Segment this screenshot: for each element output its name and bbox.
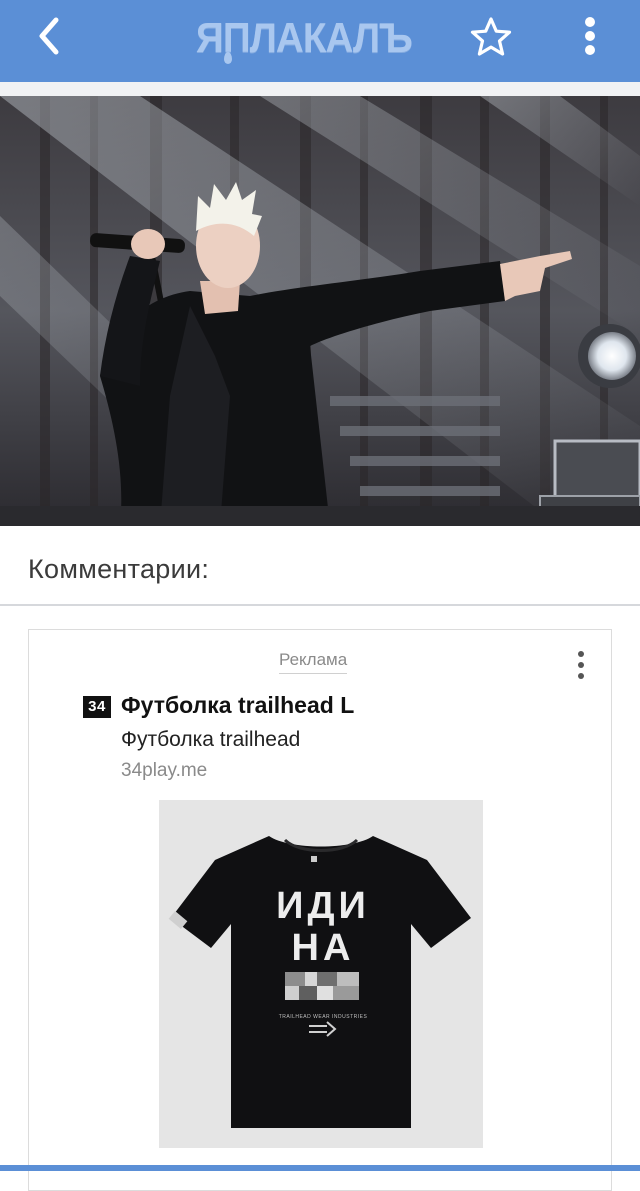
advertiser-favicon: 34	[83, 696, 111, 718]
more-vertical-icon	[585, 17, 595, 55]
overflow-menu-button[interactable]	[574, 12, 606, 60]
ad-subtitle: Футболка trailhead	[121, 728, 301, 751]
shirt-print-line-1: ИДИ	[276, 885, 370, 927]
comments-heading: Комментарии:	[28, 554, 210, 584]
tshirt-image: ИДИ НА TRAILHEAD WEAR INDUSTRIES	[159, 800, 483, 1148]
shirt-small-text: TRAILHEAD WEAR INDUSTRIES	[279, 1014, 368, 1020]
content-gap	[0, 82, 640, 96]
censored-word	[285, 972, 359, 1000]
chevron-left-icon	[39, 17, 59, 55]
post-image[interactable]	[0, 96, 640, 526]
more-vertical-icon	[578, 651, 584, 679]
favorite-button[interactable]	[468, 14, 514, 60]
top-app-bar: ЯПЛАКАЛЪ	[0, 0, 640, 82]
ad-domain[interactable]: 34play.me	[121, 760, 207, 782]
ad-product-image[interactable]: ИДИ НА TRAILHEAD WEAR INDUSTRIES	[159, 800, 483, 1148]
back-button[interactable]	[28, 14, 72, 58]
comments-divider	[0, 604, 640, 606]
shirt-print-line-2: НА	[292, 927, 355, 969]
ad-title[interactable]: Футболка trailhead L	[121, 692, 354, 719]
site-logo[interactable]: ЯПЛАКАЛЪ	[196, 10, 446, 68]
ad-options-button[interactable]	[569, 648, 593, 682]
logo-tear-icon	[224, 52, 232, 64]
bottom-bar-edge	[0, 1165, 640, 1171]
star-outline-icon	[470, 17, 512, 56]
ad-label: Реклама	[279, 650, 348, 674]
ad-card[interactable]: Реклама 34 Футболка trailhead L Футболка…	[28, 629, 612, 1191]
concert-photo	[0, 96, 640, 526]
